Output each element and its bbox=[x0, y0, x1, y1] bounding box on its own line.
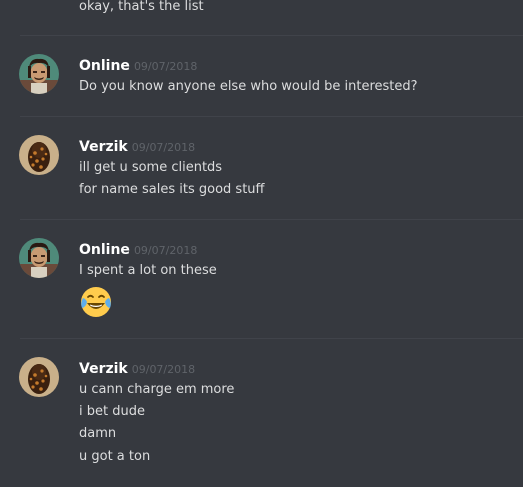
message-header: Online 09/07/2018 bbox=[79, 55, 198, 74]
message-divider bbox=[20, 219, 523, 220]
timestamp: 09/07/2018 bbox=[131, 141, 196, 154]
verzik-avatar-icon[interactable] bbox=[19, 357, 59, 397]
message-text: u cann charge em more bbox=[79, 382, 235, 397]
message-text: damn bbox=[79, 426, 117, 441]
message-text: for name sales its good stuff bbox=[79, 182, 265, 197]
message-text: okay, that's the list bbox=[79, 0, 204, 14]
online-avatar-icon[interactable] bbox=[19, 238, 59, 278]
timestamp: 09/07/2018 bbox=[131, 363, 196, 376]
message-header: Verzik 09/07/2018 bbox=[79, 136, 196, 155]
verzik-avatar-icon[interactable] bbox=[19, 135, 59, 175]
timestamp: 09/07/2018 bbox=[133, 244, 198, 257]
message-text: i bet dude bbox=[79, 404, 145, 419]
message-text: Do you know anyone else who would be int… bbox=[79, 79, 418, 94]
username[interactable]: Online bbox=[79, 242, 130, 258]
username[interactable]: Verzik bbox=[79, 139, 128, 155]
username[interactable]: Online bbox=[79, 58, 130, 74]
message-header: Verzik 09/07/2018 bbox=[79, 358, 196, 377]
message-divider bbox=[20, 35, 523, 36]
message-divider bbox=[20, 116, 523, 117]
message-header: Online 09/07/2018 bbox=[79, 239, 198, 258]
face-with-tears-of-joy-emoji bbox=[79, 285, 113, 319]
username[interactable]: Verzik bbox=[79, 361, 128, 377]
message-text: u got a ton bbox=[79, 449, 151, 464]
chat-message-list[interactable]: okay, that's the list Online 09/07/2018 D… bbox=[0, 0, 523, 487]
message-text: ill get u some clientds bbox=[79, 160, 223, 175]
message-text: I spent a lot on these bbox=[79, 263, 217, 278]
timestamp: 09/07/2018 bbox=[133, 60, 198, 73]
online-avatar-icon[interactable] bbox=[19, 54, 59, 94]
message-divider bbox=[20, 338, 523, 339]
